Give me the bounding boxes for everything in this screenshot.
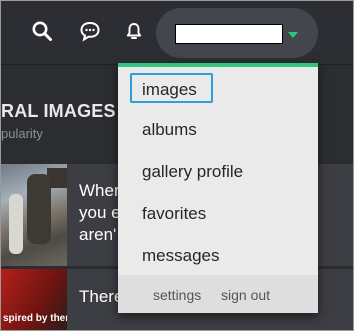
post-title[interactable]: There [79,286,123,308]
user-menu-button[interactable] [156,8,318,58]
section-title: RAL IMAGES [1,101,116,121]
post-thumbnail[interactable]: spired by them. [1,269,67,330]
menu-item-gallery-profile[interactable]: gallery profile [142,161,243,183]
post-thumbnail[interactable] [1,164,67,266]
top-bar [1,1,353,63]
chat-icon[interactable] [77,18,103,44]
app-window: RAL IMAGES pularity Wher you e aren' spi… [0,0,354,331]
username-label [175,24,283,44]
menu-item-albums[interactable]: albums [142,119,197,141]
search-icon[interactable] [29,18,55,44]
section-subtitle: pularity [1,126,43,141]
thumbnail-detail [27,174,51,244]
dropdown-accent-bar [118,63,318,67]
thumbnail-caption: spired by them. [3,313,67,324]
user-dropdown-menu: images albums gallery profile favorites … [118,63,318,313]
settings-link[interactable]: settings [153,287,201,303]
sign-out-link[interactable]: sign out [221,287,270,303]
caret-down-icon [288,32,298,38]
menu-item-messages[interactable]: messages [142,245,219,267]
dropdown-footer: settings sign out [118,275,318,313]
menu-item-favorites[interactable]: favorites [142,203,206,225]
thumbnail-detail [9,194,23,254]
bell-icon[interactable] [121,18,147,44]
menu-item-images[interactable]: images [130,73,213,103]
